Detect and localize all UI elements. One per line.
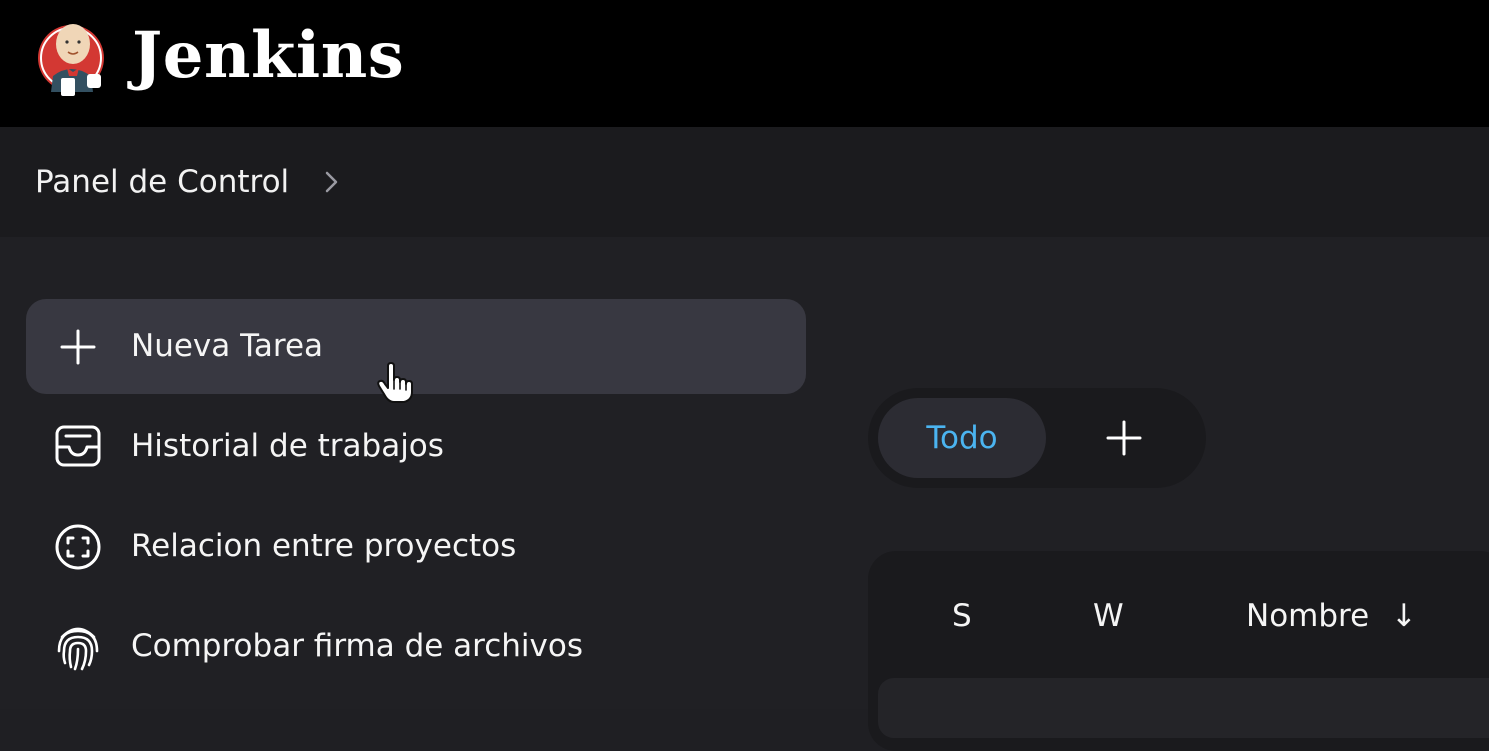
plus-icon xyxy=(60,329,96,365)
sidebar-item-label: Historial de trabajos xyxy=(131,428,444,464)
sidebar-item-label: Relacion entre proyectos xyxy=(131,528,517,564)
sort-arrow-down-icon: ↓ xyxy=(1391,598,1418,634)
focus-frame-icon xyxy=(55,524,101,570)
view-tabs: Todo xyxy=(868,388,1206,488)
sidebar-item-label: Comprobar firma de archivos xyxy=(131,628,583,664)
sidebar-item-historial-de-trabajos[interactable]: Historial de trabajos xyxy=(26,399,806,494)
breadcrumb-item-panel-de-control[interactable]: Panel de Control xyxy=(35,162,289,202)
inbox-icon xyxy=(55,425,101,467)
tab-todo[interactable]: Todo xyxy=(878,398,1046,478)
fingerprint-icon xyxy=(57,627,99,671)
sidebar-item-comprobar-firma-de-archivos[interactable]: Comprobar firma de archivos xyxy=(26,599,806,694)
app-title[interactable]: Jenkins xyxy=(132,14,404,98)
top-header: Jenkins xyxy=(0,0,1489,127)
jenkins-logo-icon[interactable] xyxy=(35,12,107,108)
table-row[interactable] xyxy=(878,678,1489,738)
sidebar-item-relacion-entre-proyectos[interactable]: Relacion entre proyectos xyxy=(26,499,806,594)
column-header-status[interactable]: S xyxy=(952,596,972,636)
chevron-right-icon[interactable] xyxy=(320,168,344,196)
sidebar-item-label: Nueva Tarea xyxy=(131,328,324,364)
column-header-label: Nombre xyxy=(1246,598,1370,634)
add-view-plus-icon[interactable] xyxy=(1100,414,1148,462)
column-header-nombre[interactable]: Nombre ↓ xyxy=(1246,596,1417,636)
column-header-weather[interactable]: W xyxy=(1093,596,1124,636)
sidebar-item-nueva-tarea[interactable]: Nueva Tarea xyxy=(26,299,806,394)
